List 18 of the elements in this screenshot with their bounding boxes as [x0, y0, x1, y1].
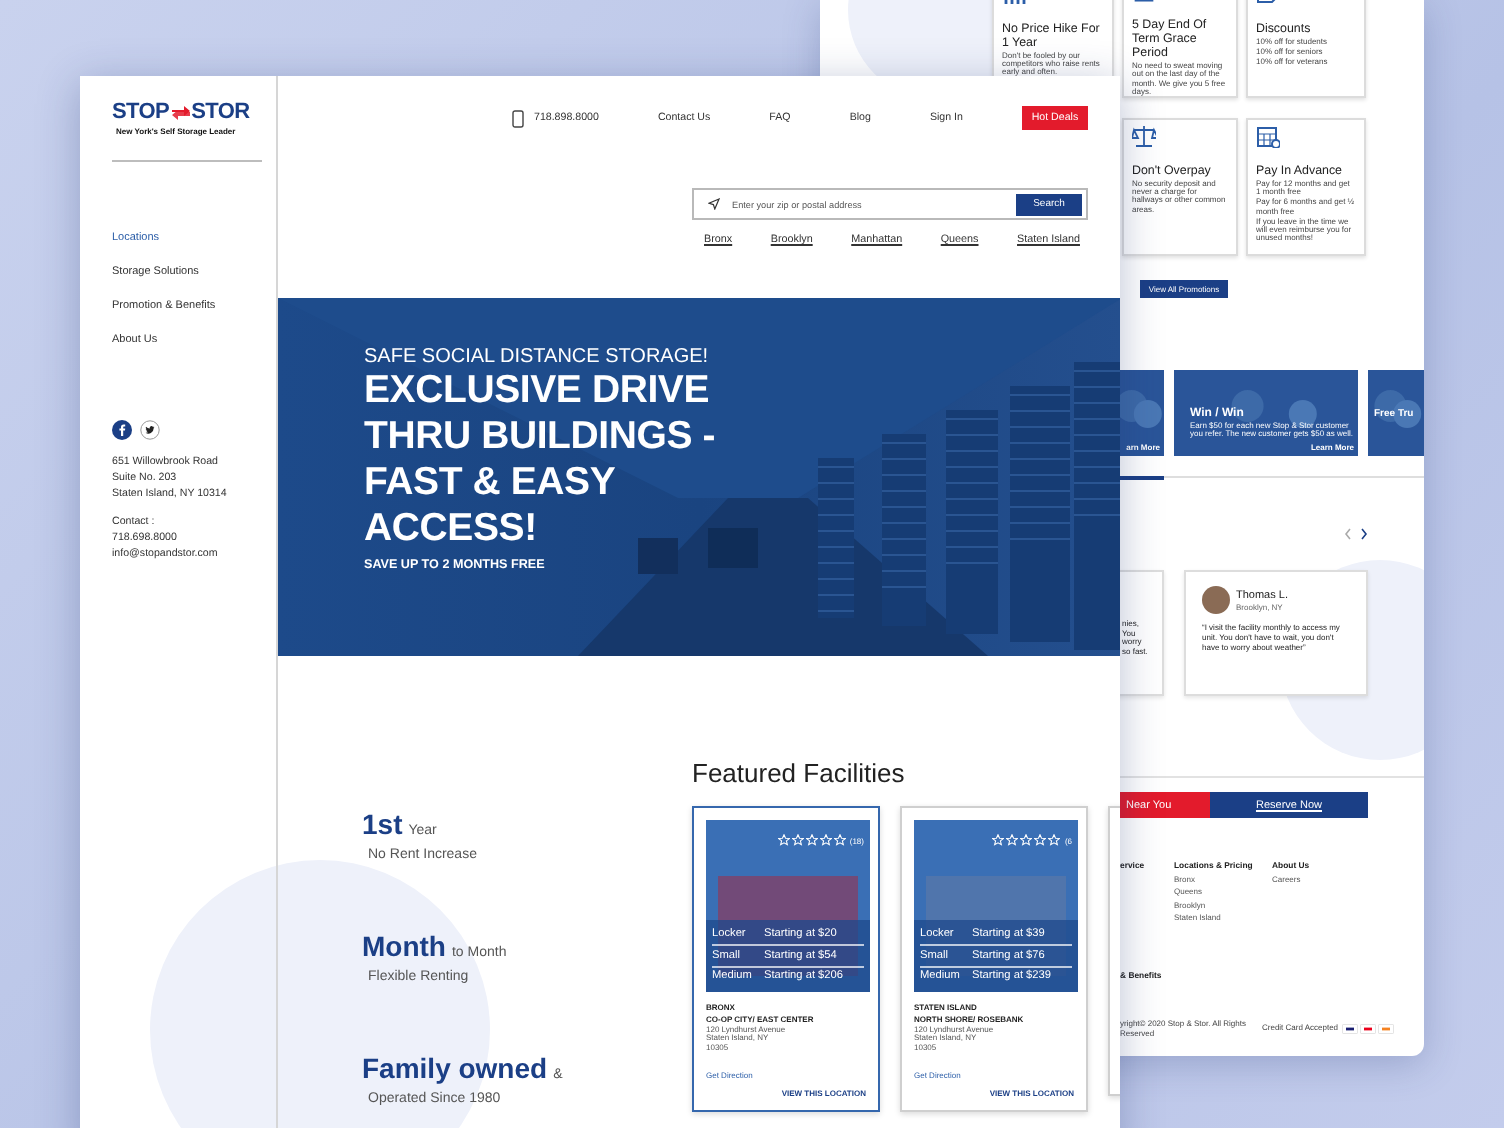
phone-icon: [512, 109, 524, 127]
hero-headline: EXCLUSIVE DRIVE THRU BUILDINGS - FAST & EASY ACCESS!: [364, 368, 718, 552]
calendar-icon: [1256, 124, 1280, 148]
location-arrow-icon: [708, 198, 720, 210]
logo-text: STOR: [191, 102, 250, 124]
twitter-icon[interactable]: [140, 419, 160, 439]
balance-scale-icon: [1132, 124, 1156, 148]
chevron-right-icon[interactable]: [1360, 528, 1368, 540]
photo-placeholder: [1368, 370, 1424, 456]
stat-value: Family owned: [362, 1052, 548, 1084]
hero-eyebrow: SAFE SOCIAL DISTANCE STORAGE!: [364, 346, 711, 368]
stat-value: Month: [362, 930, 446, 962]
section-title: Featured Facilities: [692, 758, 907, 788]
avatar: [1202, 586, 1230, 614]
double-arrow-icon: [171, 106, 190, 120]
facebook-icon[interactable]: [112, 419, 132, 439]
stat-value: 1st: [362, 808, 403, 840]
logo-text: STOP: [112, 102, 170, 124]
